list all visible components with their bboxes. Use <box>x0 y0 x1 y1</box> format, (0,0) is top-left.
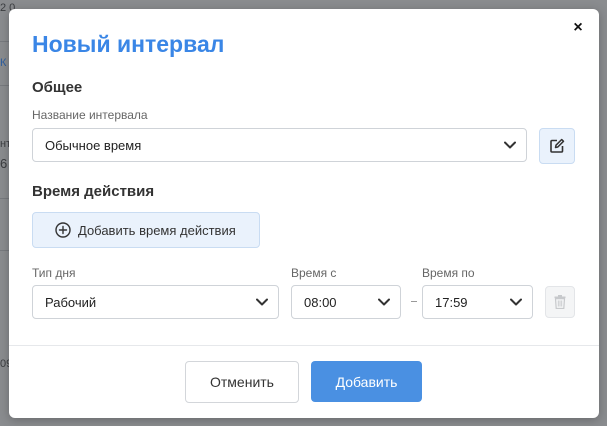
close-button[interactable]: × <box>569 19 587 37</box>
background-text: 6 <box>0 156 8 171</box>
chevron-down-icon <box>378 298 390 306</box>
trash-icon <box>554 295 566 309</box>
edit-icon <box>550 138 565 153</box>
background-link: К <box>0 57 7 69</box>
interval-name-value: Обычное время <box>45 137 142 153</box>
day-type-label: Тип дня <box>32 266 76 280</box>
add-validity-time-button[interactable]: Добавить время действия <box>32 212 260 248</box>
time-to-select[interactable]: 17:59 <box>422 285 533 319</box>
time-from-label: Время с <box>291 266 337 280</box>
time-from-value: 08:00 <box>304 294 337 310</box>
interval-name-label: Название интервала <box>32 108 148 122</box>
delete-row-button[interactable] <box>545 286 575 318</box>
chevron-down-icon <box>510 298 522 306</box>
add-validity-time-label: Добавить время действия <box>78 222 236 238</box>
time-to-value: 17:59 <box>435 294 468 310</box>
cancel-button[interactable]: Отменить <box>185 361 299 403</box>
chevron-down-icon <box>504 141 516 149</box>
time-from-select[interactable]: 08:00 <box>291 285 401 319</box>
section-title-validity: Время действия <box>32 183 155 200</box>
chevron-down-icon <box>256 298 268 306</box>
add-button[interactable]: Добавить <box>311 361 422 402</box>
interval-name-select[interactable]: Обычное время <box>32 128 527 162</box>
dialog-title: Новый интервал <box>32 31 225 57</box>
new-interval-dialog: × Новый интервал Общее Название интервал… <box>9 9 599 418</box>
day-type-value: Рабочий <box>45 294 97 310</box>
time-to-label: Время по <box>422 266 475 280</box>
range-separator <box>411 301 417 302</box>
section-title-general: Общее <box>32 79 83 96</box>
footer-divider <box>9 345 599 346</box>
day-type-select[interactable]: Рабочий <box>32 285 279 319</box>
edit-interval-button[interactable] <box>539 128 575 164</box>
plus-circle-icon <box>55 222 71 238</box>
